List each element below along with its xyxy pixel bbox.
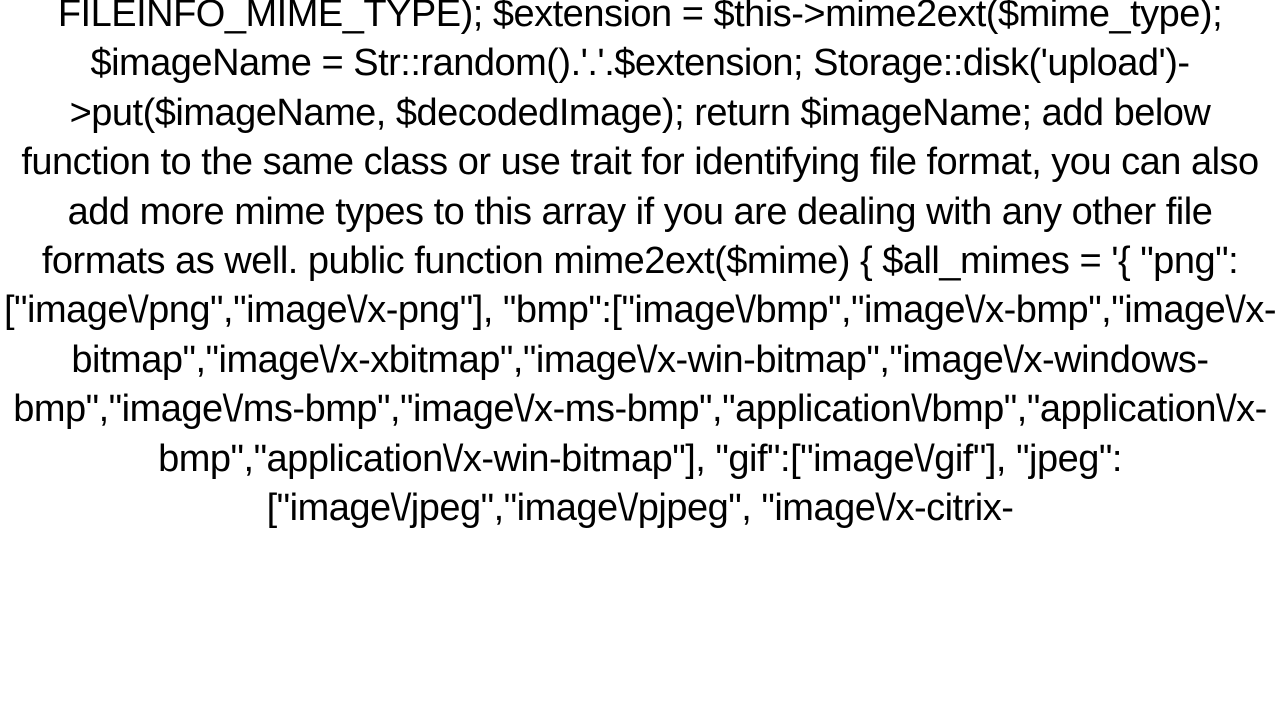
code-text-block: FILEINFO_MIME_TYPE); $extension = $this-…	[0, 0, 1280, 533]
